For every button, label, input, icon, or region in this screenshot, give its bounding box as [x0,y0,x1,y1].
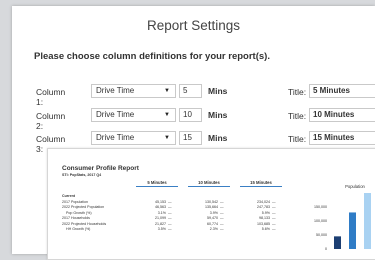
table-cell: 247,783 [257,205,270,209]
chart-title: Population [345,184,365,189]
table-row: 2022 Projected Households 21,827—60,774—1… [62,222,292,227]
y-tick-label: 100,000 [314,219,327,223]
column-2-value-input[interactable]: 10 [179,108,202,122]
caret-down-icon: ▼ [164,135,170,141]
table-row: Pop Growth (%) 3.1% —3.9% —5.9% — [62,211,292,216]
chart-bar [349,212,356,249]
table-cell: 130,542 [205,199,218,204]
y-tick-label: 0 [325,247,327,251]
table-cell: 5.6% [261,227,270,231]
table-cell: 21,827 [155,221,166,226]
table-dash: — [272,210,276,215]
column-1-value-input[interactable]: 5 [179,84,202,98]
caret-down-icon: ▼ [164,112,170,118]
preview-column-header: 10 Minutes [188,180,230,187]
table-row-label: 2017 Households [62,216,90,220]
column-1-type-select[interactable]: Drive Time ▼ [91,84,176,98]
instructions-text: Please choose column definitions for you… [34,51,270,62]
table-cell: 45,153 [155,199,166,204]
report-preview: Consumer Profile Report STI: PopStats, 2… [47,148,375,260]
table-row-label: 2017 Population [62,199,88,204]
column-2-type-value: Drive Time [96,110,135,119]
column-3-type-value: Drive Time [96,133,135,142]
table-row-label: HH Growth (%) [66,227,91,231]
table-dash: — [168,205,172,209]
dialog-title: Report Settings [146,18,241,33]
table-row: 2017 Population 45,153—130,542—234,024— [62,200,292,205]
preview-column-header: 5 Minutes [136,180,178,187]
caret-down-icon: ▼ [164,88,170,94]
table-dash: — [272,199,276,204]
table-cell: 3.9% [209,210,218,215]
table-cell: 135,664 [205,205,218,209]
table-dash: — [220,227,224,231]
table-dash: — [168,221,172,226]
table-dash: — [220,205,224,209]
column-3-value-input[interactable]: 15 [179,131,202,145]
table-row: 2022 Projected Population 46,563—135,664—… [62,205,292,210]
column-1-type-value: Drive Time [96,86,135,95]
table-cell: 103,685 [257,221,270,226]
column-1-unit: Mins [208,86,228,96]
table-dash: — [220,216,224,220]
column-3-title-input[interactable]: 15 Minutes [309,131,375,145]
table-dash: — [168,227,172,231]
y-tick-label: 50,000 [316,233,327,237]
table-dash: — [168,210,172,215]
column-1-title-input[interactable]: 5 Minutes [309,84,375,98]
table-cell: 98,133 [259,216,270,220]
table-cell: 59,470 [207,216,218,220]
population-chart: Population 150,000 100,000 50,000 0 [314,184,371,251]
chart-bar [364,193,371,249]
table-dash: — [220,221,224,226]
table-dash: — [272,216,276,220]
column-2-unit: Mins [208,110,228,120]
table-cell: 234,024 [257,199,270,204]
table-cell: 46,563 [155,205,166,209]
table-cell: 3.1% [157,210,166,215]
chart-bar [334,236,341,249]
preview-report-subtitle: STI: PopStats, 2017 Q4 [62,173,102,177]
y-tick-label: 150,000 [314,205,327,209]
table-dash: — [272,227,276,231]
table-row: Current [62,194,292,199]
table-cell: 5.9% [261,210,270,215]
column-1-title-label: Title: [288,87,307,97]
column-3-unit: Mins [208,133,228,143]
table-row: 2017 Households 21,099—59,470—98,133— [62,216,292,221]
column-3-title-label: Title: [288,134,307,144]
table-cell: 60,774 [207,221,218,226]
preview-report-title: Consumer Profile Report [62,165,139,172]
table-dash: — [168,216,172,220]
table-row-label: Current [62,194,75,198]
preview-column-header: 15 Minutes [240,180,282,187]
table-dash: — [220,210,224,215]
table-row-label: 2022 Projected Population [62,205,105,209]
column-2-title-input[interactable]: 10 Minutes [309,108,375,122]
table-row-label: Pop Growth (%) [66,210,92,215]
table-cell: 21,099 [155,216,166,220]
table-dash: — [168,199,172,204]
table-cell: 2.3% [209,227,218,231]
table-cell: 3.5% [157,227,166,231]
table-row: HH Growth (%) 3.5% —2.3% —5.6% — [62,227,292,232]
column-1-label: Column 1: [36,87,66,107]
table-dash: — [272,221,276,226]
column-3-type-select[interactable]: Drive Time ▼ [91,131,176,145]
column-2-type-select[interactable]: Drive Time ▼ [91,108,176,122]
table-dash: — [272,205,276,209]
table-dash: — [220,199,224,204]
table-row-label: 2022 Projected Households [62,221,107,226]
column-2-label: Column 2: [36,111,66,131]
column-2-title-label: Title: [288,111,307,121]
